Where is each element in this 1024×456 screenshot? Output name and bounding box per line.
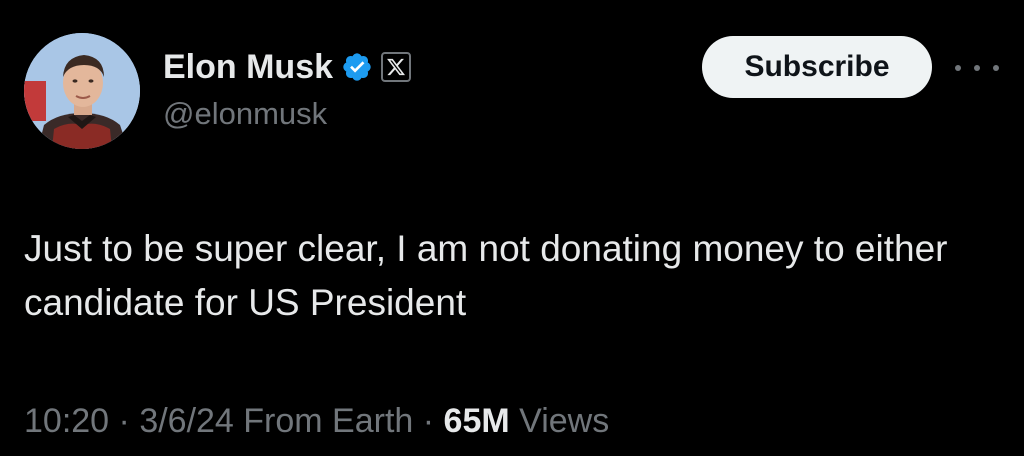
author-name-row: Elon Musk: [163, 44, 412, 90]
avatar[interactable]: [24, 33, 140, 149]
more-dot: [955, 65, 961, 71]
tweet-text: Just to be super clear, I am not donatin…: [24, 228, 948, 323]
profile-photo: [24, 33, 140, 149]
meta-separator: ·: [413, 402, 444, 440]
author-handle[interactable]: @elonmusk: [163, 96, 327, 132]
x-logo-icon[interactable]: [381, 52, 412, 82]
tweet-source: From Earth: [233, 402, 414, 440]
more-dot: [993, 65, 999, 71]
views-label[interactable]: Views: [510, 402, 609, 440]
views-count[interactable]: 65M: [444, 402, 510, 440]
meta-separator: ·: [109, 402, 140, 440]
tweet-card: Elon Musk @elonmusk Subscribe Just to be…: [0, 0, 1024, 456]
author-display-name[interactable]: Elon Musk: [163, 48, 333, 87]
tweet-metadata: 10:20 · 3/6/24 From Earth · 65M Views: [24, 402, 609, 441]
more-options-icon[interactable]: [955, 58, 999, 78]
verified-badge-icon[interactable]: [341, 51, 373, 83]
tweet-date[interactable]: 3/6/24: [139, 402, 234, 440]
tweet-time[interactable]: 10:20: [24, 402, 109, 440]
subscribe-button[interactable]: Subscribe: [702, 36, 932, 98]
more-dot: [974, 65, 980, 71]
